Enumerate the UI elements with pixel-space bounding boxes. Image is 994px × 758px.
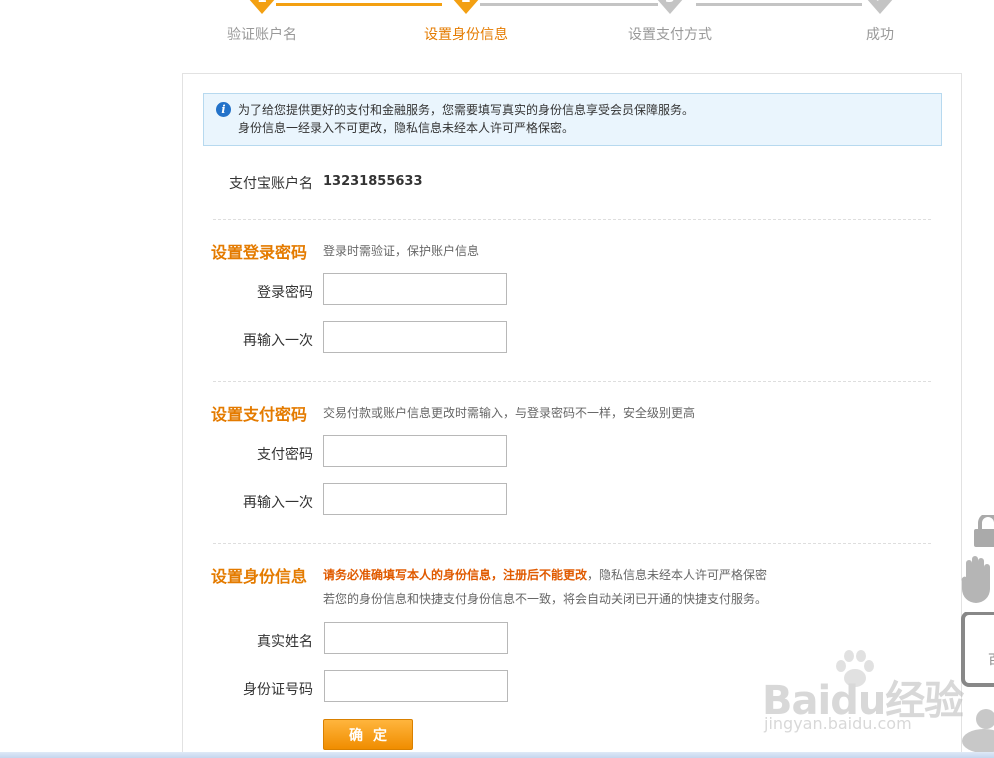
login-password-confirm-input[interactable] (323, 321, 507, 353)
step-1-number: 1 (248, 0, 276, 6)
checkmark-icon: ✓ (866, 0, 894, 6)
pay-password-confirm-input[interactable] (323, 483, 507, 515)
step-3-badge: 3 (656, 0, 684, 14)
identity-hint-rest: ，隐私信息未经本人许可严格保密 (587, 568, 768, 582)
bottom-edge-bar (0, 752, 994, 758)
login-password-hint: 登录时需验证，保护账户信息 (323, 244, 480, 258)
real-name-label: 真实姓名 (257, 634, 313, 650)
step-2-label: 设置身份信息 (424, 27, 508, 43)
login-password-title: 设置登录密码 (211, 243, 308, 262)
hand-icon[interactable] (960, 555, 994, 605)
pay-password-title: 设置支付密码 (211, 405, 308, 424)
step-3-label: 设置支付方式 (628, 27, 712, 43)
step-4-label: 成功 (866, 27, 894, 43)
progress-steps: 1 2 3 ✓ 验证账户名 设置身份信息 设置支付方式 成功 (0, 0, 994, 50)
identity-hint: 请务必准确填写本人的身份信息，注册后不能更改，隐私信息未经本人许可严格保密 (323, 566, 767, 583)
notice-line-1: 为了给您提供更好的支付和金融服务，您需要填写真实的身份信息享受会员保障服务。 (238, 103, 695, 117)
baidu-jingyan-watermark: Baidu经验 jingyan.baidu.com (760, 648, 994, 740)
step-connector-1 (276, 3, 442, 6)
step-connector-3 (696, 3, 862, 6)
id-number-input[interactable] (324, 670, 508, 702)
confirm-button[interactable]: 确定 (323, 719, 413, 750)
pay-password-input[interactable] (323, 435, 507, 467)
real-name-input[interactable] (324, 622, 508, 654)
pay-password-confirm-label: 再输入一次 (243, 495, 313, 511)
id-number-label: 身份证号码 (243, 682, 313, 698)
divider (213, 543, 931, 544)
account-value: 13231855633 (323, 174, 423, 189)
divider (213, 219, 931, 220)
identity-title: 设置身份信息 (211, 567, 308, 586)
pay-password-hint: 交易付款或账户信息更改时需输入，与登录密码不一样，安全级别更高 (323, 406, 696, 420)
step-3-number: 3 (656, 0, 684, 6)
identity-hint-warning: 请务必准确填写本人的身份信息，注册后不能更改 (323, 568, 588, 582)
step-1-label: 验证账户名 (227, 27, 297, 43)
watermark-url: jingyan.baidu.com (764, 714, 912, 733)
step-2-number: 2 (452, 0, 480, 6)
divider (213, 381, 931, 382)
identity-hint-2: 若您的身份信息和快捷支付身份信息不一致，将会自动关闭已开通的快捷支付服务。 (323, 592, 768, 606)
notice-line-2: 身份信息一经录入不可更改，隐私信息未经本人许可严格保密。 (238, 121, 575, 135)
info-icon: i (216, 102, 231, 117)
page-root: 1 2 3 ✓ 验证账户名 设置身份信息 设置支付方式 成功 i 为了给您提供更… (0, 0, 994, 758)
login-password-confirm-label: 再输入一次 (243, 333, 313, 349)
step-2-badge: 2 (452, 0, 480, 14)
login-password-input[interactable] (323, 273, 507, 305)
step-connector-2 (480, 3, 658, 6)
lock-icon[interactable] (960, 515, 994, 547)
account-label: 支付宝账户名 (229, 176, 313, 192)
step-1-badge: 1 (248, 0, 276, 14)
step-4-badge: ✓ (866, 0, 894, 14)
info-notice: i 为了给您提供更好的支付和金融服务，您需要填写真实的身份信息享受会员保障服务。… (203, 93, 942, 146)
login-password-label: 登录密码 (257, 285, 313, 301)
pay-password-label: 支付密码 (257, 447, 313, 463)
